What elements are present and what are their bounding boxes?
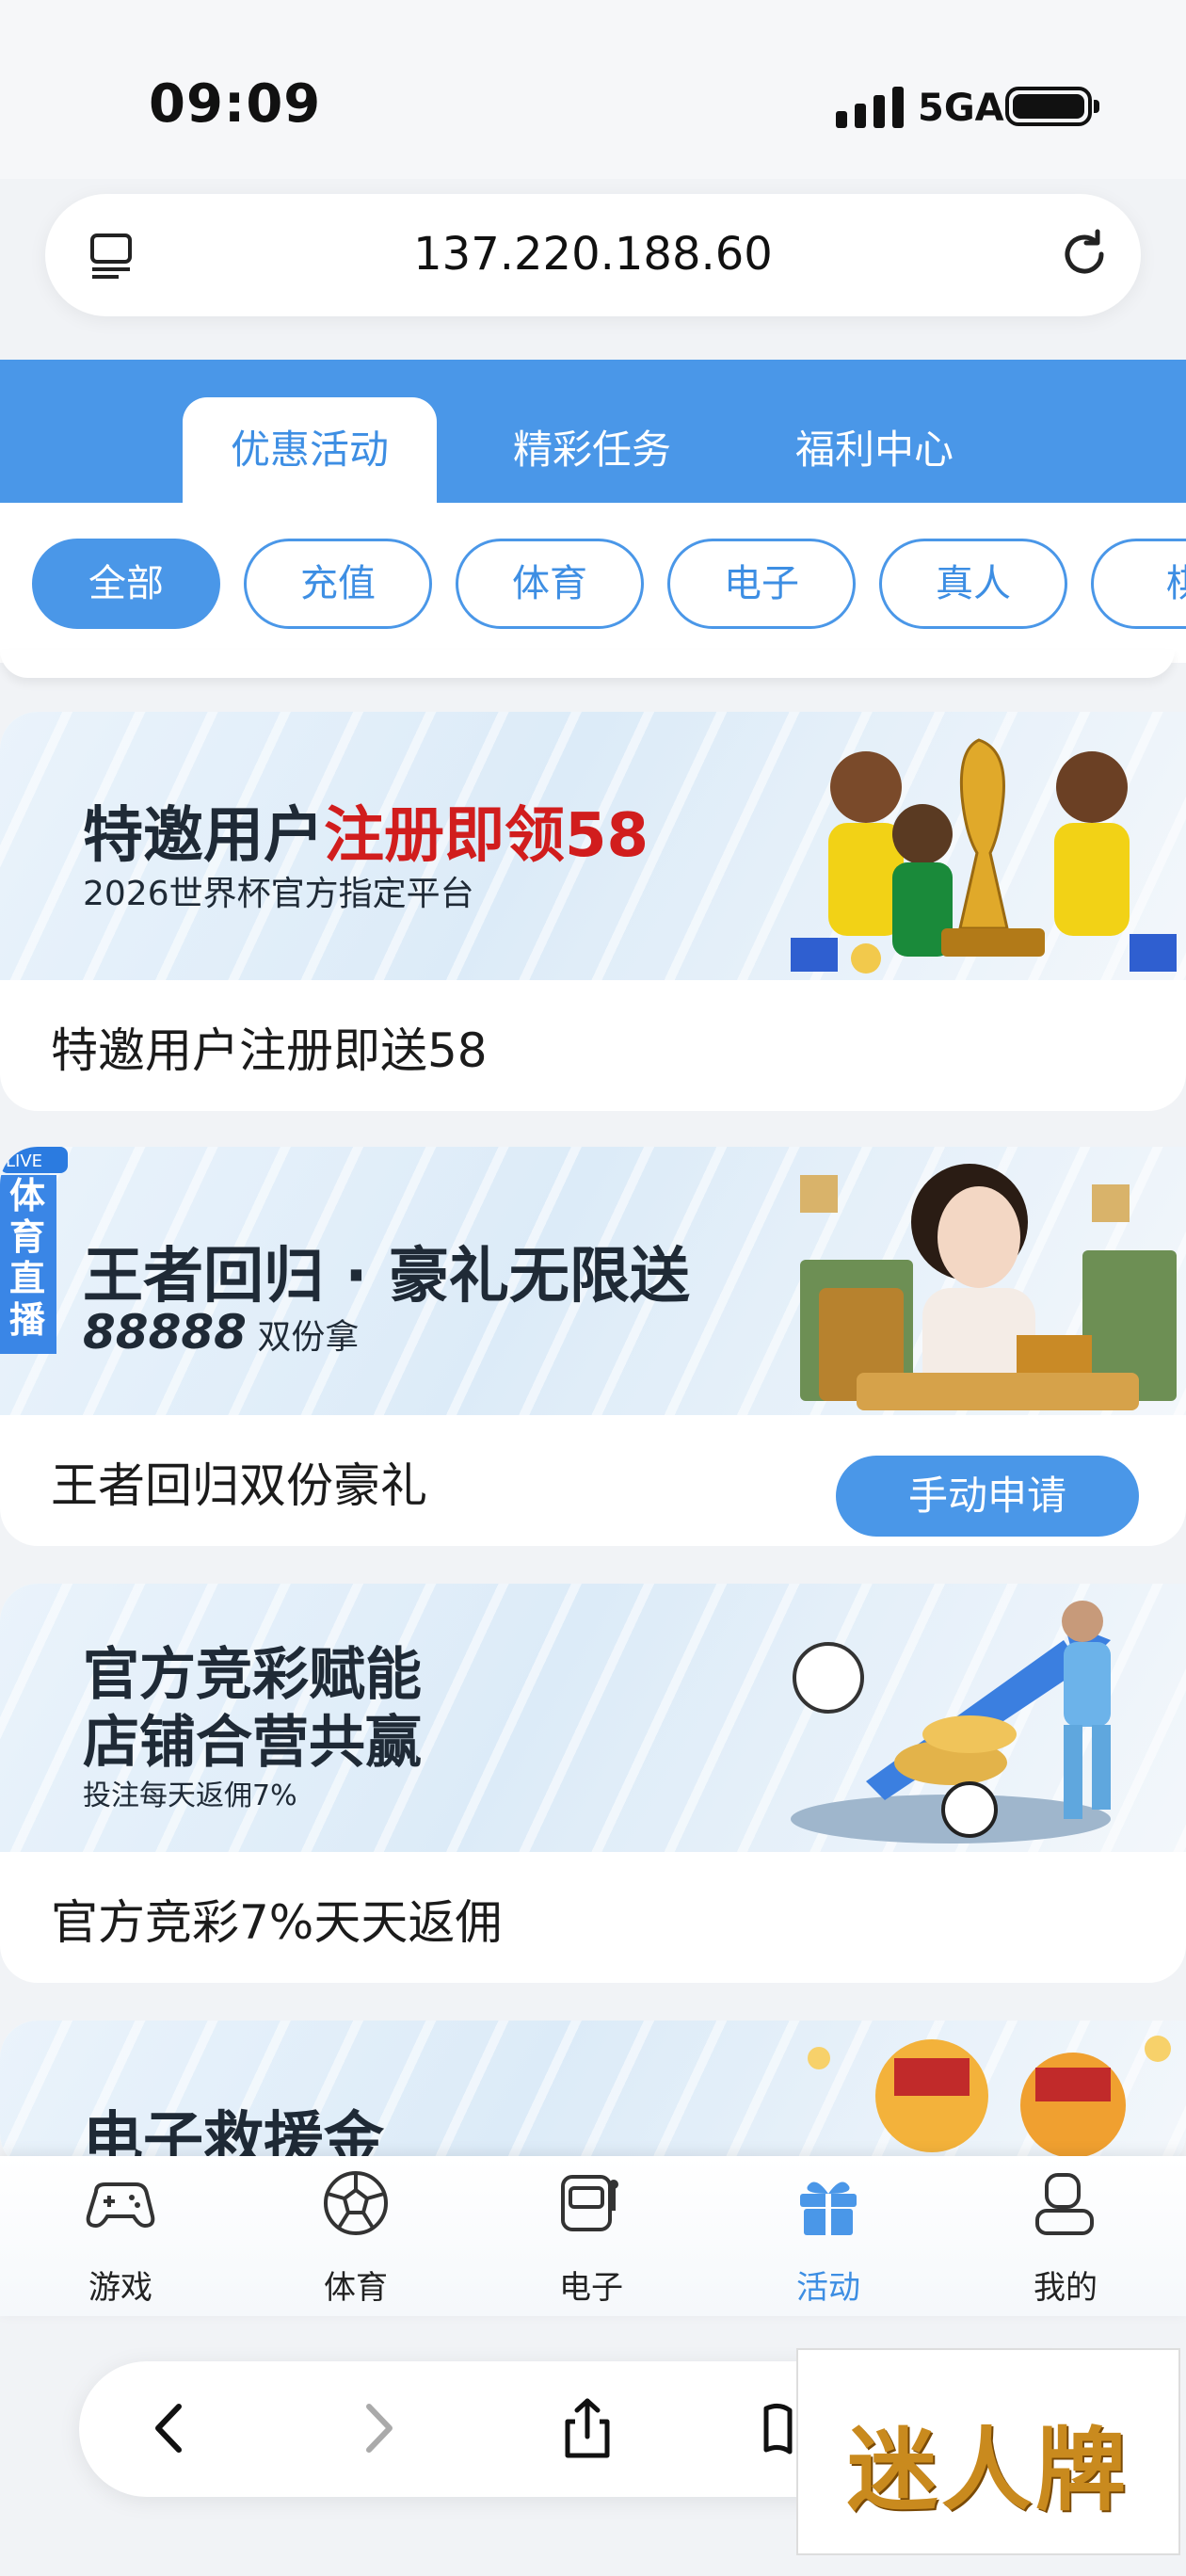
network-type: 5GA [918,87,1004,130]
fortune-god-illustration [808,2036,1171,2158]
banner-subtitle: 投注每天返佣7% [83,1779,297,1812]
chip-chess[interactable]: 棋 [1091,539,1186,629]
tab-tasks[interactable]: 精彩任务 [465,397,719,503]
live-sports-label: 体育直播 [9,1175,46,1341]
share-icon[interactable] [554,2395,620,2461]
banner-title: 王者回归 · 豪礼无限送 [83,1242,690,1312]
promo-title[interactable]: 官方竞彩7%天天返佣 [51,1885,502,1953]
banner-title: 特邀用户注册即领58 [83,801,649,871]
banner-subtitle: 88888 双份拿 [83,1305,360,1360]
chip-all[interactable]: 全部 [32,539,220,629]
promo-card[interactable]: 电子救援金 [0,2021,1186,2171]
banner-title-line2: 店铺合营共赢 [83,1710,422,1776]
watermark-logo: 迷人牌 [796,2348,1180,2555]
nav-item-electronic[interactable]: 电子 [516,2156,666,2316]
chip-electronic[interactable]: 电子 [667,539,856,629]
gamepad-icon [86,2182,155,2229]
nav-item-games[interactable]: 游戏 [45,2156,196,2316]
banner-subtitle: 2026世界杯官方指定平台 [83,875,474,913]
promo-banner[interactable]: LIVE 体育直播 王者回归 · 豪礼无限送 88888 双份拿 [0,1147,1186,1415]
promo-banner[interactable]: 官方竞彩赋能 店铺合营共赢 投注每天返佣7% [0,1584,1186,1852]
promo-title[interactable]: 王者回归双份豪礼 [51,1448,427,1516]
back-icon[interactable] [137,2395,203,2461]
category-chips: 全部 充值 体育 电子 真人 棋 [0,503,1186,663]
tab-welfare[interactable]: 福利中心 [747,397,1002,503]
battery-icon [1005,87,1099,126]
url-text[interactable]: 137.220.188.60 [45,228,1141,281]
promo-card[interactable]: 特邀用户注册即领58 2026世界杯官方指定平台 特邀用户注册即送58 [0,712,1186,1111]
promo-banner[interactable]: 特邀用户注册即领58 2026世界杯官方指定平台 [0,712,1186,980]
reload-icon[interactable] [1056,226,1113,282]
promo-card[interactable]: LIVE 体育直播 王者回归 · 豪礼无限送 88888 双份拿 王者回归双份豪… [0,1147,1186,1546]
promo-banner[interactable]: 电子救援金 [0,2021,1186,2171]
user-icon [1035,2173,1094,2235]
soccer-ball-icon [324,2171,388,2235]
address-bar[interactable]: 137.220.188.60 [45,194,1141,316]
nav-item-activities[interactable]: 活动 [753,2156,904,2316]
promo-card[interactable]: 官方竞彩赋能 店铺合营共赢 投注每天返佣7% 官方竞彩7%天天返佣 [0,1584,1186,1983]
gift-icon [800,2182,857,2235]
forward-icon[interactable] [345,2395,410,2461]
status-bar: 09:09 5GA [0,0,1186,179]
woman-gold-gifts-illustration [800,1164,1177,1410]
promo-tabs: 优惠活动 精彩任务 福利中心 [0,360,1186,503]
chip-sports[interactable]: 体育 [456,539,644,629]
chip-recharge[interactable]: 充值 [244,539,432,629]
promo-title[interactable]: 特邀用户注册即送58 [51,1013,488,1081]
previous-card-edge [0,650,1175,678]
slot-machine-icon [561,2175,618,2231]
manual-apply-button[interactable]: 手动申请 [836,1456,1139,1537]
signal-icon [836,87,904,128]
tab-promotions[interactable]: 优惠活动 [183,397,437,503]
bottom-nav: 游戏 体育 电子 活动 我的 [0,2156,1186,2316]
status-time: 09:09 [149,73,322,135]
chip-live[interactable]: 真人 [879,539,1067,629]
svg-text:LIVE: LIVE [6,1151,42,1171]
nav-item-sports[interactable]: 体育 [280,2156,431,2316]
football-player-coins-illustration [791,1601,1111,1843]
nav-item-profile[interactable]: 我的 [990,2156,1141,2316]
world-cup-players-illustration [791,738,1177,974]
